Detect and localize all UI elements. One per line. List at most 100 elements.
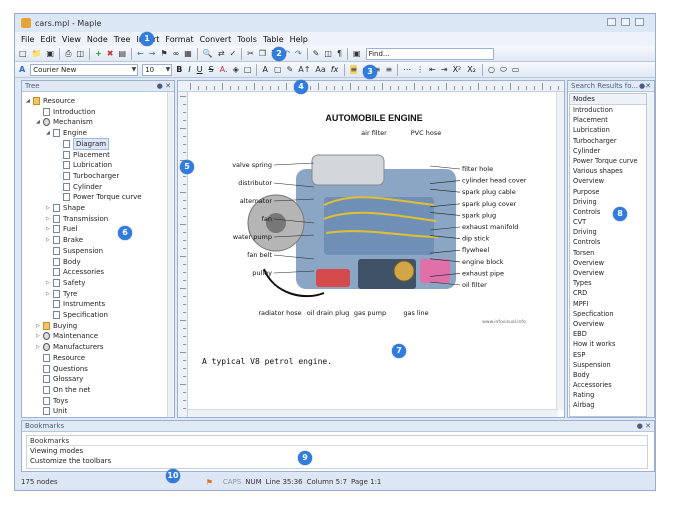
expand-arrow-icon[interactable]: ◢ [36,117,42,127]
tree-scrollbar[interactable] [167,92,174,417]
link-icon[interactable]: ∞ [173,49,180,58]
tree-item[interactable]: Cylinder [56,182,102,192]
search-result-item[interactable]: Turbocharger [570,136,646,146]
font-family-select[interactable]: Courier New ▼ [30,63,139,76]
font-style-icon[interactable]: A [19,65,25,74]
search-result-item[interactable]: Overview [570,268,646,278]
tree-item[interactable]: Accessories [46,267,104,277]
flag-icon[interactable]: ⚑ [206,478,213,487]
highlight-icon[interactable]: ◈ [233,65,239,74]
collapse-arrow-icon[interactable]: ▷ [46,203,52,213]
outdent-icon[interactable]: ⇤ [429,65,436,74]
menu-view[interactable]: View [62,35,81,44]
menu-tree[interactable]: Tree [114,35,131,44]
tree-item[interactable]: Lubrication [56,160,112,170]
text-style-button[interactable]: A [262,65,267,74]
menu-edit[interactable]: Edit [40,35,56,44]
collapse-arrow-icon[interactable]: ▷ [46,224,52,234]
menu-format[interactable]: Format [165,35,193,44]
search-result-item[interactable]: Power Torque curve [570,156,646,166]
menu-table[interactable]: Table [263,35,284,44]
tree-item[interactable]: ◢ Resource [26,96,75,106]
search-result-item[interactable]: How it works [570,339,646,349]
bookmark-icon[interactable]: ⚑ [160,49,167,58]
find-icon[interactable]: 🔍 [203,49,213,58]
tree-item[interactable]: ▷ Brake [46,235,83,245]
search-result-item[interactable]: Accessories [570,380,646,390]
paragraph-icon[interactable]: ¶ [337,49,342,58]
numbered-list-icon[interactable]: ⋮ [416,65,424,74]
back-icon[interactable]: ← [137,49,144,58]
search-result-item[interactable]: Overview [570,176,646,186]
align-left-icon[interactable]: ≡ [350,65,358,74]
subscript-button[interactable]: X₂ [467,65,476,74]
search-result-item[interactable]: Suspension [570,360,646,370]
print-icon[interactable]: ⎙ [65,49,71,59]
close-button[interactable] [635,18,644,26]
tree-item[interactable]: Suspension [46,246,103,256]
search-result-item[interactable]: CVT [570,217,646,227]
new-icon[interactable]: □ [19,49,27,58]
expand-arrow-icon[interactable]: ◢ [26,96,32,106]
underline-button[interactable]: U [197,65,203,74]
collapse-arrow-icon[interactable]: ▷ [46,278,52,288]
search-result-item[interactable]: Airbag [570,400,646,410]
tree-item[interactable]: Resource [36,353,85,363]
tree-item[interactable]: Introduction [36,107,95,117]
format-painter-icon[interactable]: ✎ [287,65,294,74]
search-result-item[interactable]: Placement [570,115,646,125]
tree-item[interactable]: Glossary [36,374,83,384]
add-node-icon[interactable]: + [95,49,102,58]
tree-item[interactable]: Placement [56,150,110,160]
search-result-item[interactable]: Body [570,370,646,380]
formula-button[interactable]: fx [331,65,339,74]
tree-item[interactable]: Specification [46,310,108,320]
search-result-item[interactable]: Cylinder [570,146,646,156]
search-result-item[interactable]: CRD [570,288,646,298]
search-scrollbar[interactable] [647,92,654,417]
search-result-item[interactable]: Introduction [570,105,646,115]
tree-item[interactable]: ▷ Fuel [46,224,77,234]
editor-vertical-scrollbar[interactable] [556,92,564,410]
preview-icon[interactable]: ◫ [77,49,85,58]
strikethrough-button[interactable]: S [209,65,214,74]
collapse-arrow-icon[interactable]: ▷ [46,235,52,245]
insert-table-icon[interactable]: ◫ [324,49,332,58]
indent-icon[interactable]: ⇥ [441,65,448,74]
superscript-button[interactable]: X² [453,65,462,74]
tree-item[interactable]: Turbocharger [56,171,119,181]
find-input[interactable]: Find... [365,47,494,60]
open-icon[interactable]: 📁 [32,49,42,58]
clear-format-icon[interactable]: ▢ [274,65,282,74]
bookmarks-column-header[interactable]: Bookmarks [27,436,647,446]
forward-icon[interactable]: → [149,49,156,58]
save-icon[interactable]: ▣ [47,49,55,58]
italic-button[interactable]: I [188,65,190,74]
menu-tools[interactable]: Tools [237,35,257,44]
replace-icon[interactable]: ⇄ [218,49,225,58]
tree-item[interactable]: ▷ Buying [36,321,77,331]
pin-close-icon[interactable]: ●✕ [639,81,651,92]
menu-help[interactable]: Help [290,35,308,44]
search-result-item[interactable]: Lubrication [570,125,646,135]
change-case-icon[interactable]: Aa [315,65,325,74]
vertical-ruler[interactable] [178,92,188,417]
search-result-item[interactable]: Specfication [570,309,646,319]
tree-item[interactable]: Body [46,257,81,267]
tree-item[interactable]: Power Torque curve [56,192,142,202]
maximize-button[interactable] [621,18,630,26]
tree-item[interactable]: ▷ Shape [46,203,85,213]
search-result-item[interactable]: Various shapes [570,166,646,176]
bold-button[interactable]: B [176,65,182,74]
search-result-item[interactable]: Driving [570,227,646,237]
bookmark-item[interactable]: Customize the toolbars [27,456,647,466]
collapse-arrow-icon[interactable]: ▷ [36,331,42,341]
tree-item[interactable]: ▷ Maintenance [36,331,98,341]
tree-item[interactable]: Diagram [56,137,110,150]
rectangle-shape-icon[interactable]: ▭ [512,65,520,74]
menu-node[interactable]: Node [87,35,108,44]
tree-item[interactable]: Unit [36,406,67,416]
tree-item[interactable]: ▷ Transmission [46,214,108,224]
delete-node-icon[interactable]: ✖ [107,49,114,58]
expand-arrow-icon[interactable]: ◢ [46,128,52,138]
